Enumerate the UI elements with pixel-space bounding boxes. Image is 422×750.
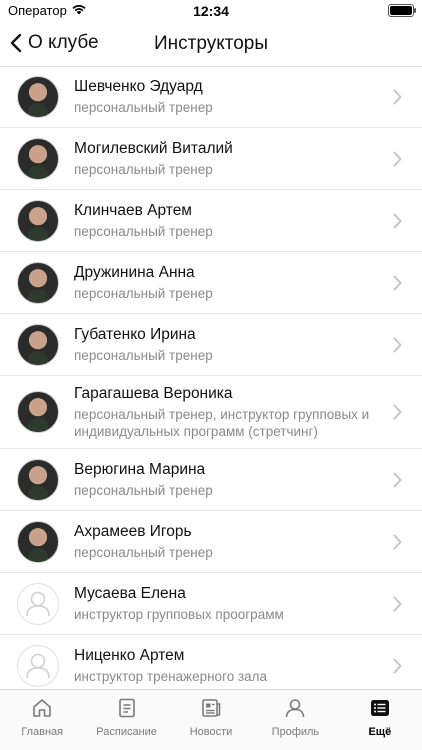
instructor-name: Ахрамеев Игорь xyxy=(74,523,192,540)
chevron-right-icon xyxy=(393,596,402,611)
instructor-role: персональный тренер xyxy=(74,545,213,560)
tab-label: Профиль xyxy=(271,726,320,738)
instructor-role: персональный тренер xyxy=(74,162,213,177)
navigation-bar: О клубе Инструкторы xyxy=(0,22,422,67)
chevron-right-icon xyxy=(393,658,402,673)
clock: 12:34 xyxy=(193,3,229,19)
news-icon xyxy=(202,699,221,717)
schedule-icon xyxy=(118,698,135,718)
avatar xyxy=(17,391,59,433)
list-item[interactable]: Ахрамеев Игорь персональный тренер xyxy=(0,511,422,573)
tab-label: Главная xyxy=(21,726,64,738)
instructor-name: Гарагашева Вероника xyxy=(74,385,233,402)
chevron-right-icon xyxy=(393,534,402,549)
avatar xyxy=(17,199,59,242)
battery-icon xyxy=(388,4,416,17)
list-item[interactable]: Губатенко Ирина персональный тренер xyxy=(0,314,422,376)
instructor-name: Могилевский Виталий xyxy=(74,140,233,157)
avatar-placeholder-icon xyxy=(17,644,59,687)
list-item[interactable]: Ниценко Артем инструктор тренажерного зал… xyxy=(0,635,422,697)
status-bar: Оператор 12:34 xyxy=(0,0,422,22)
chevron-right-icon xyxy=(393,275,402,290)
avatar xyxy=(17,520,59,563)
chevron-right-icon xyxy=(393,151,402,166)
more-icon xyxy=(370,700,389,716)
avatar xyxy=(17,261,59,304)
avatar-placeholder-icon xyxy=(17,582,59,625)
avatar xyxy=(17,137,59,180)
instructor-role: инструктор групповых проограмм xyxy=(74,607,284,622)
tab-label: Новости xyxy=(189,726,233,738)
instructor-role: персональный тренер xyxy=(74,100,213,115)
tab-home[interactable]: Главная xyxy=(0,690,84,750)
list-item[interactable]: Гарагашева Вероника персональный тренер, … xyxy=(0,376,422,449)
avatar xyxy=(17,323,59,366)
list-item[interactable]: Дружинина Анна персональный тренер xyxy=(0,252,422,314)
instructor-name: Шевченко Эдуард xyxy=(74,78,203,95)
instructor-name: Верюгина Марина xyxy=(74,461,206,478)
avatar xyxy=(17,458,59,501)
chevron-right-icon xyxy=(393,472,402,487)
instructor-role: персональный тренер xyxy=(74,286,213,301)
instructor-role: персональный тренер xyxy=(74,483,213,498)
tab-profile[interactable]: Профиль xyxy=(253,690,337,750)
tab-bar: Главная Расписание Новости Профиль Ещё xyxy=(0,689,422,750)
avatar xyxy=(17,75,59,118)
instructor-role: персональный тренер, инструктор групповы… xyxy=(74,407,370,439)
list-item[interactable]: Шевченко Эдуард персональный тренер xyxy=(0,66,422,128)
page-title: Инструкторы xyxy=(153,33,268,54)
instructor-name: Мусаева Елена xyxy=(74,585,186,602)
list-item[interactable]: Могилевский Виталий персональный тренер xyxy=(0,128,422,190)
tab-news[interactable]: Новости xyxy=(169,690,253,750)
tab-more[interactable]: Ещё xyxy=(338,690,422,750)
instructor-name: Клинчаев Артем xyxy=(74,202,192,219)
tab-label: Расписание xyxy=(96,726,157,738)
instructor-role: инструктор тренажерного зала xyxy=(74,669,268,684)
chevron-right-icon xyxy=(393,213,402,228)
profile-icon xyxy=(286,699,305,718)
list-item[interactable]: Клинчаев Артем персональный тренер xyxy=(0,190,422,252)
tab-schedule[interactable]: Расписание xyxy=(84,690,168,750)
list-item[interactable]: Мусаева Елена инструктор групповых проогр… xyxy=(0,573,422,635)
home-icon xyxy=(33,699,52,717)
chevron-right-icon xyxy=(393,404,402,420)
chevron-right-icon xyxy=(393,337,402,352)
instructor-name: Ниценко Артем xyxy=(74,647,185,664)
instructor-role: персональный тренер xyxy=(74,348,213,363)
instructor-name: Дружинина Анна xyxy=(74,264,195,281)
chevron-right-icon xyxy=(393,89,402,104)
instructor-role: персональный тренер xyxy=(74,224,213,239)
instructor-list: Шевченко Эдуард персональный тренер Могил… xyxy=(0,66,422,697)
list-item[interactable]: Верюгина Марина персональный тренер xyxy=(0,449,422,511)
instructor-name: Губатенко Ирина xyxy=(74,326,196,343)
tab-label: Ещё xyxy=(368,726,392,738)
